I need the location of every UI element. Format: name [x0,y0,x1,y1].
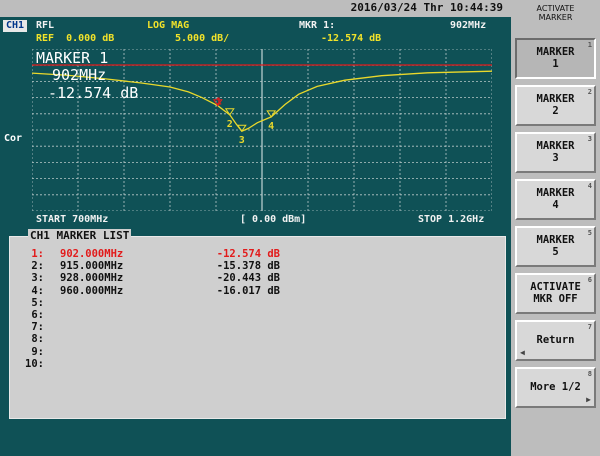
marker-reading: -12.574 dB [216,248,280,260]
softkey-label: MARKER [536,46,575,58]
marker-annotation-title: MARKER 1 [36,49,108,67]
softkey-number: 8 [587,370,592,378]
marker-frequency: 960.000MHz [60,284,124,297]
marker-list-panel: CH1 MARKER LIST 1: 902.000MHz -12.574 dB 2:… [9,229,506,419]
marker-4-softkey[interactable]: 4 MARKER 4 [515,179,596,220]
activate-mkr-off-softkey[interactable]: 6 ACTIVATE MKR OFF [515,273,596,314]
ref-level: REF 0.000 dB [36,33,115,44]
channel-badge[interactable]: CH1 [3,20,27,32]
softkey-menu-title-line2: MARKER [538,13,573,22]
more-softkey[interactable]: 8 More 1/2 ▶ [515,367,596,408]
marker-label: MKR 1: [299,20,336,31]
measurement-label: RFL [36,20,55,31]
softkey-label: MARKER [536,140,575,152]
marker-number: 7: [31,321,44,334]
softkey-label-2: 5 [552,246,559,258]
softkey-label: Return [536,334,575,346]
correction-label: Cor [4,133,23,144]
marker-reading: -16.017 dB [216,284,280,297]
softkey-number: 7 [587,323,592,331]
marker-number: 8: [31,333,44,346]
more-arrow-icon: ▶ [586,395,591,404]
softkey-menu-title-line1: ACTIVATE [536,4,575,13]
stop-frequency: STOP 1.2GHz [418,214,485,225]
softkey-label-2: 1 [552,58,559,70]
marker-number: 6: [31,309,44,321]
trace-plot[interactable]: 123 4 MARKER 1 902MHz -12.574 dB [31,48,493,212]
datetime: 2016/03/24 Thr 10:44:39 [350,1,503,14]
marker-reading: -15.378 dB [216,260,280,273]
return-arrow-icon: ◀ [520,348,525,357]
marker-1-softkey[interactable]: 1 MARKER 1 [515,38,596,79]
softkey-menu: ACTIVATE MARKER 1 MARKER 1 2 MARKER 2 3 MA… [511,0,600,456]
marker-reading: -20.443 dB [216,272,280,285]
marker-3-label: 3 [239,135,245,146]
marker-2-label: 2 [227,119,233,130]
format-label: LOG MAG [147,20,190,31]
marker-freq: 902MHz [450,20,487,31]
softkey-label: MARKER [536,187,575,199]
softkey-label: MARKER [536,93,575,105]
marker-number: 4: [31,284,44,297]
marker-1-label: 1 [216,97,222,108]
softkey-label: MARKER [536,234,575,246]
marker-number: 2: [31,260,44,273]
marker-frequency: 915.000MHz [60,260,124,273]
marker-annotation-freq: 902MHz [52,66,106,84]
marker-number: 5: [31,296,44,309]
scale-label: 5.000 dB/ [175,33,230,44]
softkey-label-2: 4 [552,199,559,211]
status-bar: 2016/03/24 Thr 10:44:39 [0,0,511,17]
softkey-label: More 1/2 [530,381,581,393]
marker-list-title: CH1 MARKER LIST [28,229,132,242]
softkey-label-2: 2 [552,105,559,117]
marker-2-softkey[interactable]: 2 MARKER 2 [515,85,596,126]
trace-plot-svg: 123 4 MARKER 1 902MHz -12.574 dB [31,48,493,212]
marker-frequency: 902.000MHz [60,248,124,260]
marker-5-softkey[interactable]: 5 MARKER 5 [515,226,596,267]
marker-frequency: 928.000MHz [60,272,124,285]
softkey-label-2: MKR OFF [533,293,578,305]
softkey-menu-title: ACTIVATE MARKER [511,4,600,22]
return-softkey[interactable]: 7 Return ◀ [515,320,596,361]
marker-value: -12.574 dB [321,33,382,44]
marker-number: 1: [31,248,44,260]
marker-number: 3: [31,272,44,285]
start-frequency: START 700MHz [36,214,109,225]
marker-annotation-value: -12.574 dB [48,84,138,102]
softkey-label: ACTIVATE [530,281,581,293]
marker-number: 10: [25,357,44,370]
marker-3-softkey[interactable]: 3 MARKER 3 [515,132,596,173]
softkey-label-2: 3 [552,152,559,164]
trace-markers: 123 4 [212,97,277,146]
marker-number: 9: [31,345,44,358]
marker-4-label: 4 [268,121,274,132]
analyzer-screen: 2016/03/24 Thr 10:44:39 CH1 RFL LOG MAG … [0,0,511,456]
source-power: [ 0.00 dBm] [240,214,307,225]
